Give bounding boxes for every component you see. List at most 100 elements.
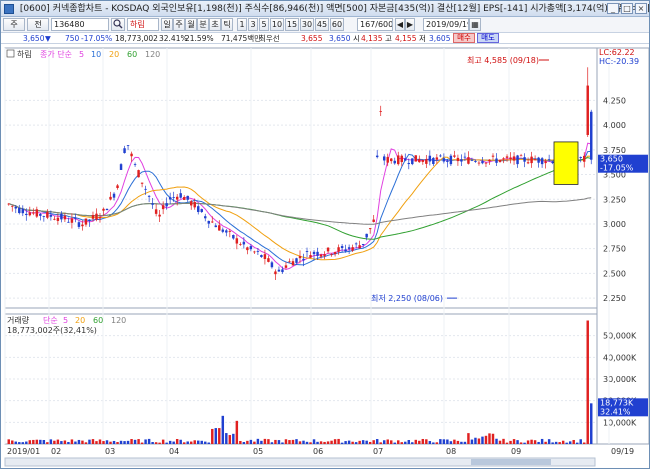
close-button[interactable]: × — [635, 3, 647, 14]
volume-bar — [207, 442, 210, 444]
time-tick-label: 2019/01 — [7, 447, 40, 456]
volume-bar — [74, 441, 77, 444]
interval-button-15[interactable]: 15 — [285, 18, 299, 31]
volume-bar — [361, 440, 365, 444]
volume-bar — [498, 440, 502, 444]
volume-bar — [302, 440, 305, 444]
candle-body — [256, 251, 260, 252]
volume-bar — [540, 438, 544, 444]
turnover-pct: 21.59% — [185, 34, 214, 43]
period-week-button[interactable]: 주 — [173, 18, 185, 31]
candle-body — [432, 157, 435, 165]
calendar-icon[interactable]: ▦ — [469, 18, 481, 31]
volume-bar — [295, 439, 298, 444]
market-select[interactable]: 전 — [27, 18, 49, 31]
candle-body — [404, 158, 407, 161]
candle-body — [435, 157, 439, 160]
stock-code-input[interactable]: 136480 — [51, 18, 109, 31]
volume-bar — [77, 439, 81, 444]
candle-body — [228, 231, 232, 232]
volume-bar — [46, 442, 49, 444]
interval-button-45[interactable]: 45 — [315, 18, 329, 31]
volume-bar — [512, 439, 516, 444]
interval-button-3[interactable]: 3 — [248, 18, 258, 31]
maximize-button[interactable]: □ — [621, 3, 633, 14]
volume-bar — [590, 403, 593, 444]
interval-button-10[interactable]: 10 — [270, 18, 284, 31]
period-second-button[interactable]: 초 — [209, 18, 221, 31]
volume-bar — [397, 440, 400, 444]
volume-bar — [189, 441, 193, 444]
volume-bar — [509, 440, 512, 444]
candle-body — [182, 197, 186, 200]
candle-body — [460, 159, 463, 162]
volume-bar — [137, 439, 140, 444]
volume-bar — [158, 442, 161, 444]
volume-bar — [67, 441, 70, 444]
volume-bar — [235, 420, 239, 444]
volume-bar — [60, 441, 63, 444]
period-month-button[interactable]: 월 — [185, 18, 197, 31]
volume-bar — [523, 442, 526, 444]
volume-bar — [267, 439, 270, 444]
candle-body — [218, 225, 221, 231]
price-legend-label: 종가 단순 — [40, 49, 72, 59]
buy-button[interactable]: 매수 — [453, 33, 475, 43]
volume-bar — [25, 441, 28, 444]
volume-bar — [351, 441, 354, 444]
volume-bar — [435, 442, 439, 444]
volume-bar — [284, 439, 288, 444]
chevron-left-icon[interactable]: ◀ — [395, 18, 405, 31]
volume-bar — [182, 442, 186, 444]
candle-body — [246, 247, 249, 251]
minimize-button[interactable]: _ — [607, 3, 619, 14]
volume-bar — [119, 440, 123, 444]
volume-bar — [211, 428, 214, 444]
time-tick-label: 09/19 — [611, 447, 634, 456]
volume-bar — [91, 439, 95, 444]
candle-body — [175, 196, 179, 200]
candle-body — [323, 254, 326, 256]
volume-bar — [204, 441, 207, 444]
candle-body — [488, 159, 491, 162]
volume-bar — [11, 440, 14, 444]
volume-bar — [393, 442, 396, 444]
candle-body — [28, 212, 32, 216]
period-tick-button[interactable]: 틱 — [221, 18, 233, 31]
search-icon[interactable] — [111, 18, 125, 31]
volume-bar — [530, 439, 533, 444]
chevron-right-icon[interactable]: ▶ — [405, 18, 415, 31]
volume-bar — [242, 442, 246, 444]
volume-pct: 32.41% — [159, 34, 188, 43]
best-quote-label: 최우선 — [259, 34, 280, 43]
candle-body — [495, 158, 498, 163]
interval-button-60[interactable]: 60 — [330, 18, 344, 31]
volume-bar — [56, 439, 60, 444]
period-day-button[interactable]: 일 — [161, 18, 173, 31]
stock-type-select[interactable]: 주 — [3, 18, 25, 31]
chart-area[interactable]: 4,250 4,000 3,750 3,500 3,250 3,000 2,750 2,500… — [1, 44, 650, 470]
interval-button-30[interactable]: 30 — [300, 18, 314, 31]
volume-bar — [456, 440, 460, 444]
volume-bar — [14, 441, 18, 444]
candle-body — [411, 158, 414, 165]
candle-body — [467, 157, 470, 164]
price-tick-label: 4,000 — [603, 121, 626, 130]
candle-body — [502, 158, 505, 160]
volume-bar — [35, 439, 39, 444]
candle-body — [39, 213, 42, 216]
candle-body — [144, 188, 147, 190]
interval-button-1[interactable]: 1 — [237, 18, 247, 31]
volume-bar — [470, 439, 474, 444]
sell-button[interactable]: 매도 — [477, 33, 499, 43]
stock-chart[interactable]: 4,2504,0003,7503,5003,2503,0002,7502,500… — [1, 44, 650, 470]
date-field[interactable]: 2019/09/19 — [423, 18, 469, 31]
candle-body — [284, 265, 288, 268]
candle-body — [540, 158, 544, 165]
period-minute-button[interactable]: 분 — [197, 18, 209, 31]
interval-button-5[interactable]: 5 — [259, 18, 269, 31]
volume-bar — [463, 441, 467, 444]
volume-bar — [42, 440, 46, 444]
bar-count-field[interactable]: 167/600 — [357, 18, 393, 31]
volume-bar — [147, 438, 151, 444]
